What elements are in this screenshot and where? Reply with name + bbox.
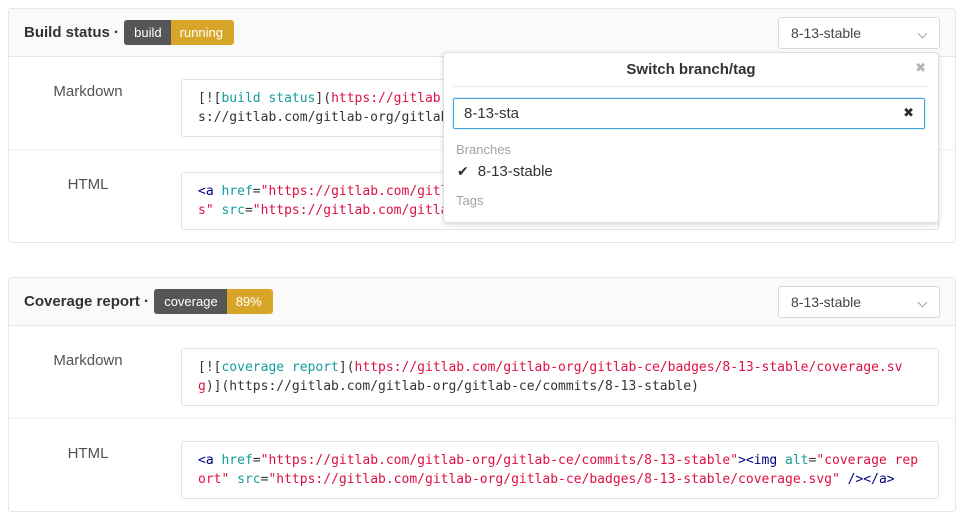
build-status-badge: build running [124,20,234,45]
coverage-badge: coverage 89% [154,289,273,314]
html-row: HTML <a href="https://gitlab.com/gitlab-… [9,418,955,511]
branch-search-input[interactable] [453,98,925,129]
branch-item-label: 8-13-stable [478,163,553,180]
coverage-report-card: Coverage report · coverage 89% 8-13-stab… [8,277,956,512]
card-title: Coverage report [24,293,140,310]
row-label: Markdown [9,79,167,137]
branches-section-label: Branches [456,142,938,157]
badge-value: 89% [227,289,273,314]
branch-dropdown-label: 8-13-stable [791,294,861,310]
coverage-report-card-header: Coverage report · coverage 89% 8-13-stab… [9,278,955,326]
markdown-row: Markdown [![coverage report](https://git… [9,326,955,418]
check-icon: ✔ [457,163,469,180]
title-separator: · [144,293,149,311]
chevron-down-icon [918,298,928,308]
branch-dropdown-button[interactable]: 8-13-stable [778,17,940,49]
tags-section-label: Tags [456,193,938,208]
badge-key: coverage [154,289,226,314]
row-label: HTML [9,172,167,230]
title-separator: · [114,24,119,42]
clear-search-icon[interactable]: ✖ [903,106,914,119]
badge-value: running [171,20,234,45]
chevron-down-icon [918,29,928,39]
badge-key: build [124,20,170,45]
row-label: Markdown [9,348,167,406]
close-icon[interactable]: ✖ [915,61,926,74]
branch-item-8-13-stable[interactable]: ✔ 8-13-stable [457,163,938,180]
row-label: HTML [9,441,167,499]
card-title: Build status [24,24,110,41]
modal-title: Switch branch/tag [626,61,755,78]
html-code-snippet: <a href="https://gitlab.com/gitlab-org/g… [181,441,939,499]
switch-branch-modal: Switch branch/tag ✖ ✖ Branches ✔ 8-13-st… [443,52,939,223]
markdown-code-snippet: [![coverage report](https://gitlab.com/g… [181,348,939,406]
branch-dropdown-button[interactable]: 8-13-stable [778,286,940,318]
branch-dropdown-label: 8-13-stable [791,25,861,41]
build-status-card-header: Build status · build running 8-13-stable [9,9,955,57]
